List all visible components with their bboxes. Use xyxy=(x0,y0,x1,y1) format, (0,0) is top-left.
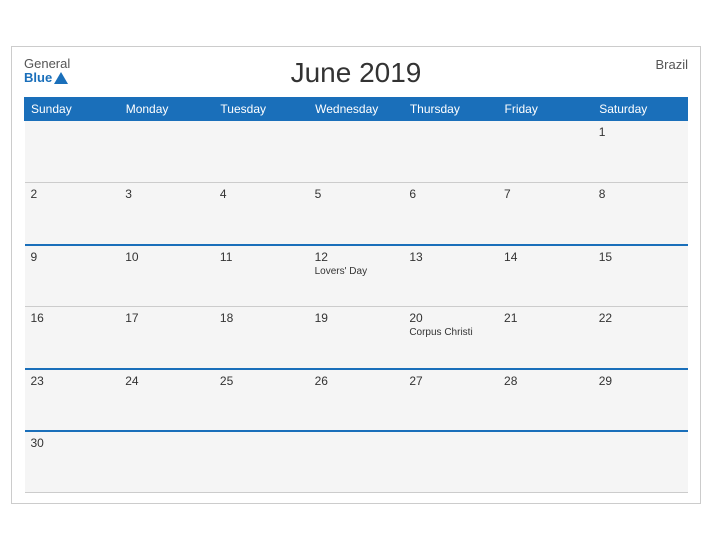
calendar-cell: 30 xyxy=(25,431,120,493)
day-of-week-wednesday: Wednesday xyxy=(309,98,404,121)
day-number: 21 xyxy=(504,311,587,325)
calendar-cell: 14 xyxy=(498,245,593,307)
calendar-table: SundayMondayTuesdayWednesdayThursdayFrid… xyxy=(24,97,688,493)
calendar-cell: 25 xyxy=(214,369,309,431)
calendar-cell: 17 xyxy=(119,307,214,369)
day-number: 30 xyxy=(31,436,114,450)
calendar-cell: 29 xyxy=(593,369,688,431)
calendar-cell: 1 xyxy=(593,121,688,183)
day-number: 8 xyxy=(599,187,682,201)
day-number: 2 xyxy=(31,187,114,201)
day-number: 17 xyxy=(125,311,208,325)
calendar-cell: 5 xyxy=(309,183,404,245)
day-number: 23 xyxy=(31,374,114,388)
country-label: Brazil xyxy=(655,57,688,72)
day-number: 13 xyxy=(409,250,492,264)
calendar-cell xyxy=(309,431,404,493)
calendar-cell: 6 xyxy=(403,183,498,245)
calendar-cell: 7 xyxy=(498,183,593,245)
calendar-cell: 15 xyxy=(593,245,688,307)
day-number: 3 xyxy=(125,187,208,201)
day-number: 11 xyxy=(220,250,303,264)
calendar-cell xyxy=(25,121,120,183)
calendar-cell: 24 xyxy=(119,369,214,431)
calendar-cell: 11 xyxy=(214,245,309,307)
day-number: 12 xyxy=(315,250,398,264)
calendar-cell: 21 xyxy=(498,307,593,369)
day-number: 20 xyxy=(409,311,492,325)
day-number: 24 xyxy=(125,374,208,388)
calendar-cell xyxy=(403,431,498,493)
calendar-cell: 8 xyxy=(593,183,688,245)
calendar-cell: 18 xyxy=(214,307,309,369)
calendar-cell: 28 xyxy=(498,369,593,431)
calendar-cell: 10 xyxy=(119,245,214,307)
calendar-cell: 23 xyxy=(25,369,120,431)
calendar-header: General Blue June 2019 Brazil xyxy=(24,57,688,89)
logo: General Blue xyxy=(24,57,70,86)
calendar-cell: 12 Lovers' Day xyxy=(309,245,404,307)
day-number: 5 xyxy=(315,187,398,201)
week-row-4: 16 17 18 19 20 Corpus Christi 21 22 xyxy=(25,307,688,369)
day-of-week-friday: Friday xyxy=(498,98,593,121)
calendar-cell: 13 xyxy=(403,245,498,307)
calendar-cell xyxy=(214,431,309,493)
day-number: 16 xyxy=(31,311,114,325)
calendar-cell: 16 xyxy=(25,307,120,369)
day-number: 27 xyxy=(409,374,492,388)
day-of-week-tuesday: Tuesday xyxy=(214,98,309,121)
logo-triangle-icon xyxy=(54,72,68,84)
day-number: 1 xyxy=(599,125,682,139)
day-of-week-thursday: Thursday xyxy=(403,98,498,121)
week-row-2: 2345678 xyxy=(25,183,688,245)
day-number: 29 xyxy=(599,374,682,388)
calendar-cell xyxy=(214,121,309,183)
calendar-cell xyxy=(498,121,593,183)
calendar-cell: 2 xyxy=(25,183,120,245)
calendar-container: General Blue June 2019 Brazil SundayMond… xyxy=(11,46,701,504)
day-number: 25 xyxy=(220,374,303,388)
day-of-week-sunday: Sunday xyxy=(25,98,120,121)
calendar-cell: 19 xyxy=(309,307,404,369)
calendar-cell: 4 xyxy=(214,183,309,245)
calendar-cell: 3 xyxy=(119,183,214,245)
week-row-3: 9 10 11 12 Lovers' Day 13 14 15 xyxy=(25,245,688,307)
day-number: 15 xyxy=(599,250,682,264)
day-number: 10 xyxy=(125,250,208,264)
calendar-cell xyxy=(593,431,688,493)
day-number: 4 xyxy=(220,187,303,201)
day-number: 6 xyxy=(409,187,492,201)
day-number: 26 xyxy=(315,374,398,388)
day-number: 18 xyxy=(220,311,303,325)
day-number: 22 xyxy=(599,311,682,325)
calendar-cell: 20 Corpus Christi xyxy=(403,307,498,369)
day-number: 14 xyxy=(504,250,587,264)
day-number: 9 xyxy=(31,250,114,264)
calendar-cell: 27 xyxy=(403,369,498,431)
calendar-cell xyxy=(309,121,404,183)
week-row-1: 1 xyxy=(25,121,688,183)
event-label: Corpus Christi xyxy=(409,327,492,338)
day-number: 7 xyxy=(504,187,587,201)
calendar-title: June 2019 xyxy=(291,57,422,89)
calendar-cell xyxy=(119,431,214,493)
calendar-cell: 22 xyxy=(593,307,688,369)
days-header-row: SundayMondayTuesdayWednesdayThursdayFrid… xyxy=(25,98,688,121)
calendar-cell xyxy=(498,431,593,493)
logo-blue-text: Blue xyxy=(24,71,70,85)
calendar-cell xyxy=(119,121,214,183)
logo-general-text: General xyxy=(24,57,70,71)
day-number: 19 xyxy=(315,311,398,325)
day-of-week-saturday: Saturday xyxy=(593,98,688,121)
event-label: Lovers' Day xyxy=(315,266,398,277)
calendar-cell xyxy=(403,121,498,183)
day-of-week-monday: Monday xyxy=(119,98,214,121)
calendar-cell: 26 xyxy=(309,369,404,431)
calendar-cell: 9 xyxy=(25,245,120,307)
day-number: 28 xyxy=(504,374,587,388)
week-row-6: 30 xyxy=(25,431,688,493)
week-row-5: 23 24 25 26 27 28 29 xyxy=(25,369,688,431)
